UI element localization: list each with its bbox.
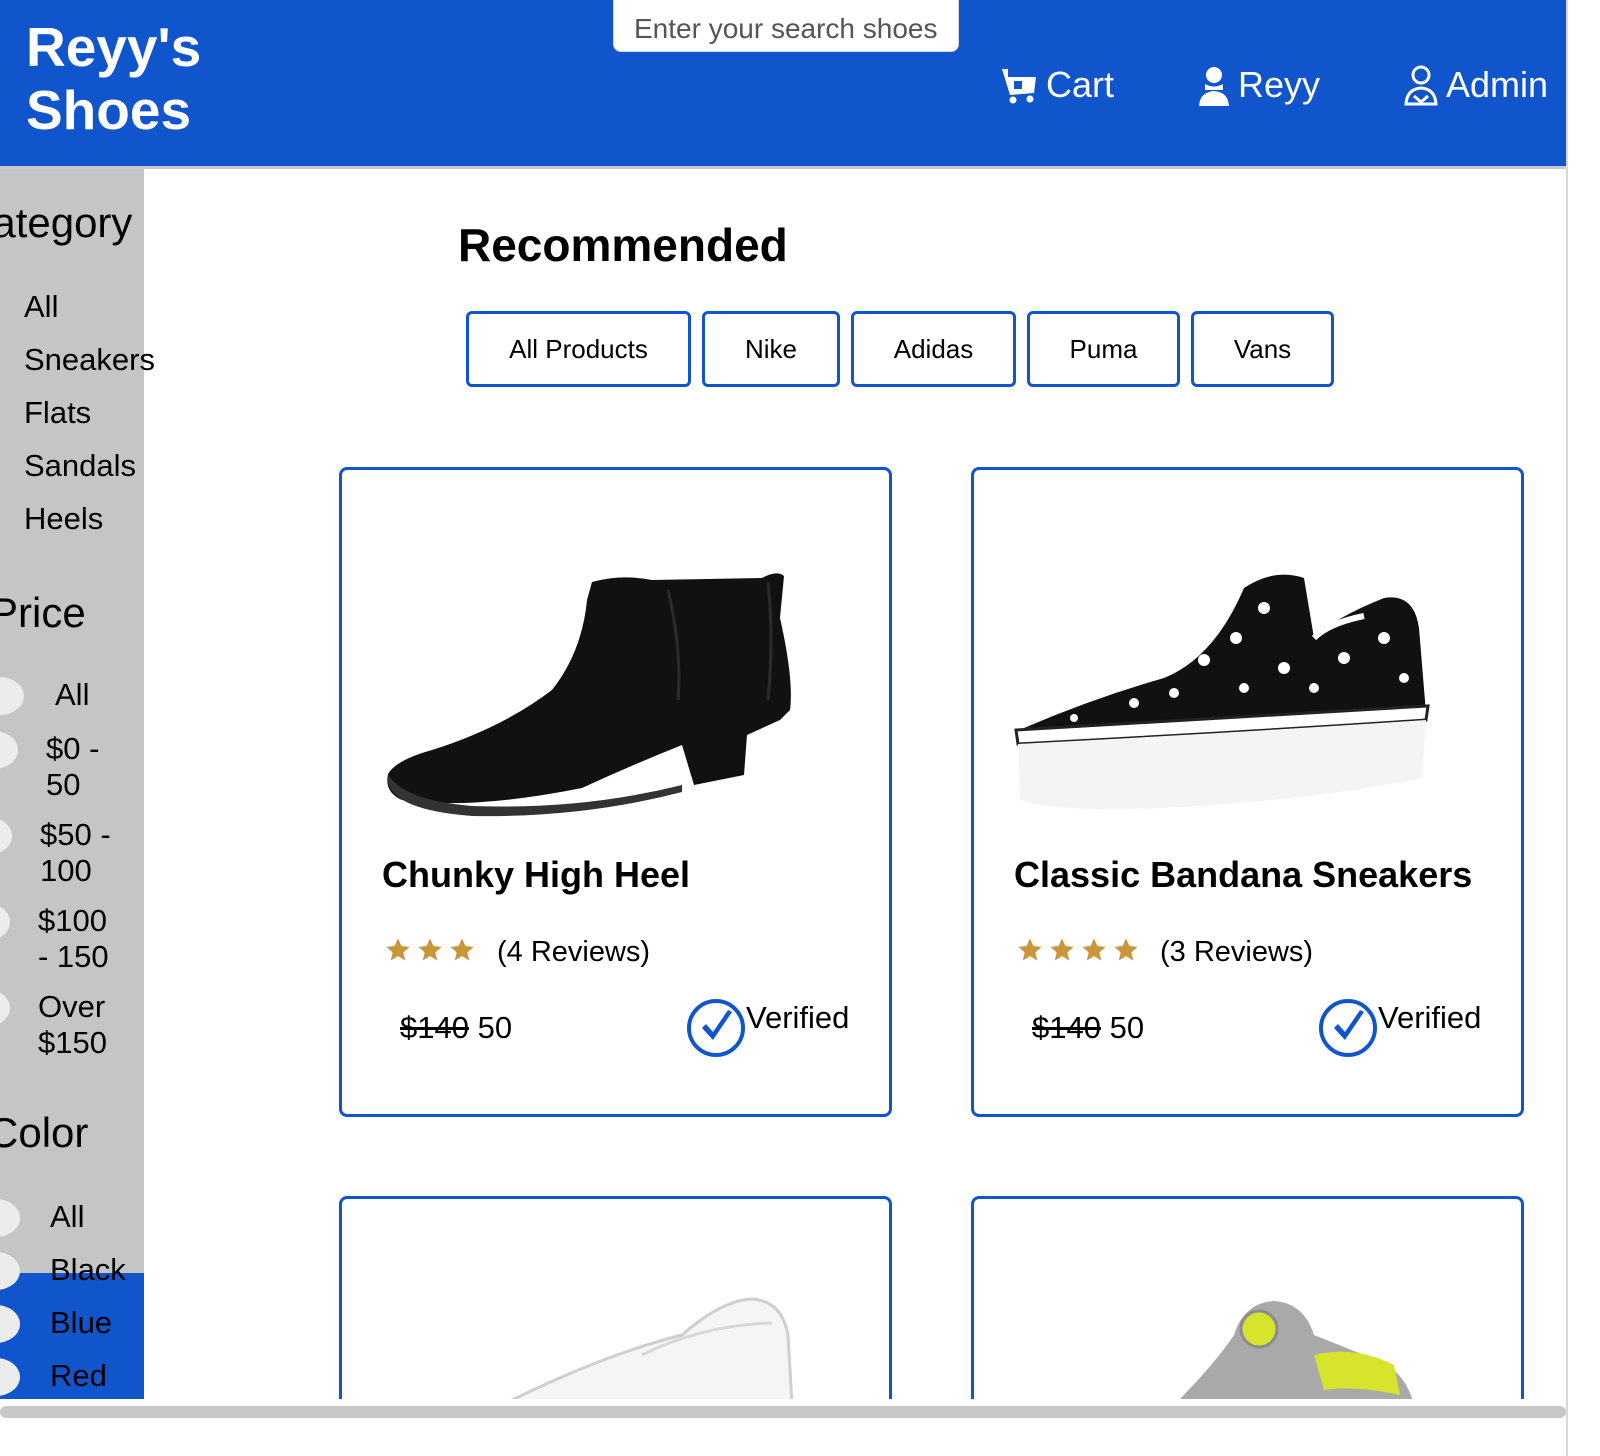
filter-nike[interactable]: Nike (702, 311, 840, 387)
category-heels[interactable]: Heels (24, 501, 103, 537)
review-count: (3 Reviews) (1160, 936, 1314, 968)
sidebar: Category All Sneakers Flats Sandals Heel… (0, 169, 144, 1399)
nav-admin[interactable]: Admin (1402, 60, 1548, 110)
category-sneakers[interactable]: Sneakers (24, 342, 144, 378)
old-price: $140 (1032, 1010, 1101, 1045)
product-card[interactable]: Classic Bandana Sneakers (3 Reviews) $14… (971, 467, 1524, 1117)
price-0-50-label: $0 -50 (46, 731, 100, 802)
category-sandals[interactable]: Sandals (24, 448, 136, 484)
color-all-label: All (50, 1199, 85, 1234)
cart-icon (1002, 69, 1036, 104)
price-over-150-label: Over $150 (38, 989, 107, 1060)
verified-badge[interactable]: Verified (686, 998, 849, 1058)
white-slip-on-shoe-icon (510, 1297, 794, 1399)
nav-user-label: Reyy (1238, 64, 1321, 105)
category-all[interactable]: All (24, 289, 58, 325)
product-title[interactable]: Classic Bandana Sneakers (1014, 854, 1472, 896)
new-price: 50 (1109, 1010, 1145, 1045)
category-heading: Category (0, 199, 133, 246)
filter-puma[interactable]: Puma (1027, 311, 1180, 387)
color-blue-label: Blue (50, 1305, 113, 1340)
top-navbar: Reyy's Shoes Cart Reyy Admin (0, 0, 1566, 166)
old-price: $140 (400, 1010, 469, 1045)
filter-vans[interactable]: Vans (1191, 311, 1334, 387)
nav-admin-label: Admin (1446, 64, 1549, 105)
user-icon (1199, 67, 1229, 106)
grey-yellow-running-shoe-icon (1179, 1301, 1413, 1399)
verified-label: Verified (746, 1000, 850, 1035)
star-icon (1082, 938, 1106, 961)
verified-check-icon (1319, 999, 1377, 1057)
verified-check-icon (687, 999, 745, 1057)
price-all-label: All (55, 677, 90, 712)
color-all-radio[interactable] (0, 1199, 20, 1237)
category-flats[interactable]: Flats (24, 395, 91, 431)
search-input[interactable] (613, 0, 959, 52)
star-icon (1050, 938, 1074, 961)
price-50-100-radio[interactable] (0, 817, 12, 855)
price-all-radio[interactable] (0, 677, 24, 715)
product-card[interactable] (339, 1196, 892, 1399)
product-card[interactable] (971, 1196, 1524, 1399)
star-rating (1016, 936, 1144, 964)
product-title[interactable]: Chunky High Heel (382, 854, 690, 896)
nav-cart[interactable]: Cart (1000, 60, 1114, 110)
horizontal-scrollbar[interactable] (0, 1406, 1566, 1418)
star-rating (384, 936, 480, 964)
star-icon (1018, 938, 1042, 961)
new-price: 50 (477, 1010, 513, 1045)
review-count: (4 Reviews) (497, 936, 651, 968)
brand-logo[interactable]: Reyy's Shoes (26, 16, 201, 142)
color-heading: Color (0, 1109, 89, 1156)
product-price: $140 50 (1032, 1010, 1144, 1046)
filter-adidas[interactable]: Adidas (851, 311, 1016, 387)
price-100-150-label: $100- 150 (38, 903, 109, 974)
price-heading: Price (0, 589, 86, 636)
brand-line1: Reyy's (26, 16, 202, 78)
color-red-label: Red (50, 1358, 107, 1393)
brand-line2: Shoes (26, 79, 192, 141)
price-50-100-label: $50 -100 (40, 817, 111, 888)
section-title: Recommended (458, 219, 788, 271)
product-price: $140 50 (400, 1010, 512, 1046)
star-icon (386, 938, 410, 961)
header-divider (0, 166, 1566, 169)
filter-all-products[interactable]: All Products (466, 311, 691, 387)
black-ankle-boot-icon (387, 573, 791, 817)
product-card[interactable]: Chunky High Heel (4 Reviews) $140 50 Ver… (339, 467, 892, 1117)
price-over-150-radio[interactable] (0, 989, 10, 1027)
price-100-150-radio[interactable] (0, 903, 10, 941)
bandana-slip-on-sneaker-icon (1014, 574, 1430, 809)
star-icon (1114, 938, 1138, 961)
color-black-label: Black (50, 1252, 126, 1287)
star-icon (450, 938, 474, 961)
star-icon (418, 938, 442, 961)
admin-icon (1404, 65, 1438, 106)
nav-cart-label: Cart (1046, 64, 1115, 105)
vertical-scrollbar-edge (1566, 0, 1568, 1456)
verified-label: Verified (1378, 1000, 1482, 1035)
nav-user[interactable]: Reyy (1196, 60, 1320, 110)
verified-badge[interactable]: Verified (1318, 998, 1481, 1058)
price-0-50-radio[interactable] (0, 731, 18, 769)
